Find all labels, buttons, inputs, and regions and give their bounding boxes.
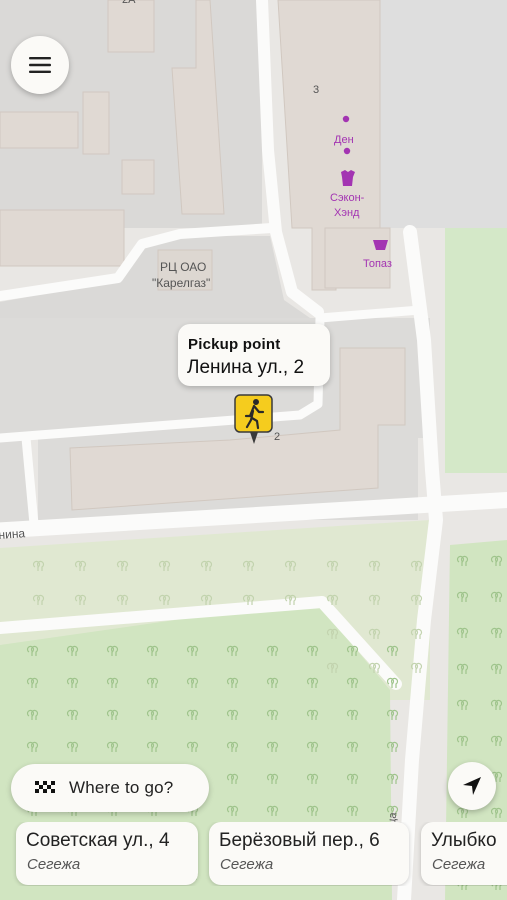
suggestion-address: Берёзовый пер., 6 — [219, 830, 380, 851]
suggestion-card[interactable]: Берёзовый пер., 6 Сегежа — [209, 822, 409, 885]
house-number-2a: 2А — [122, 0, 136, 6]
suggestions-row[interactable]: Советская ул., 4 Сегежа Берёзовый пер., … — [0, 822, 507, 886]
pickup-callout[interactable]: Pickup point Ленина ул., 2 — [178, 324, 330, 386]
poi-label-topaz[interactable]: Топаз — [363, 258, 392, 270]
where-to-go-label: Where to go? — [69, 778, 174, 797]
poi-label-second-hand-1[interactable]: Сэкон- — [330, 192, 364, 204]
where-to-go-button[interactable]: Where to go? — [11, 764, 209, 812]
suggestion-card[interactable]: Советская ул., 4 Сегежа — [16, 822, 198, 885]
poi-label-den[interactable]: Ден — [334, 134, 354, 146]
pickup-address: Ленина ул., 2 — [187, 357, 305, 378]
house-number-3: 3 — [313, 84, 320, 96]
org-label-line2: "Карелгаз" — [152, 276, 211, 290]
locate-button[interactable] — [448, 762, 496, 810]
org-label-line1: РЦ ОАО — [160, 260, 207, 274]
suggestion-card[interactable]: Улыбко Сегежа — [421, 822, 507, 885]
suggestion-city: Сегежа — [27, 856, 81, 873]
poi-label-second-hand-2[interactable]: Хэнд — [334, 207, 359, 219]
street-label-lenina: нина — [0, 526, 26, 542]
menu-button[interactable] — [11, 36, 69, 94]
suggestion-city: Сегежа — [220, 856, 274, 873]
menu-icon — [29, 57, 51, 73]
suggestion-address: Советская ул., 4 — [26, 830, 170, 851]
checkered-flag-icon — [35, 781, 55, 793]
pedestrian-pin-icon[interactable] — [234, 394, 274, 448]
house-number-2: 2 — [274, 431, 281, 443]
suggestion-city: Сегежа — [432, 856, 486, 873]
navigation-arrow-icon — [463, 777, 481, 795]
pickup-title: Pickup point — [188, 336, 281, 353]
suggestion-address: Улыбко — [431, 830, 497, 851]
